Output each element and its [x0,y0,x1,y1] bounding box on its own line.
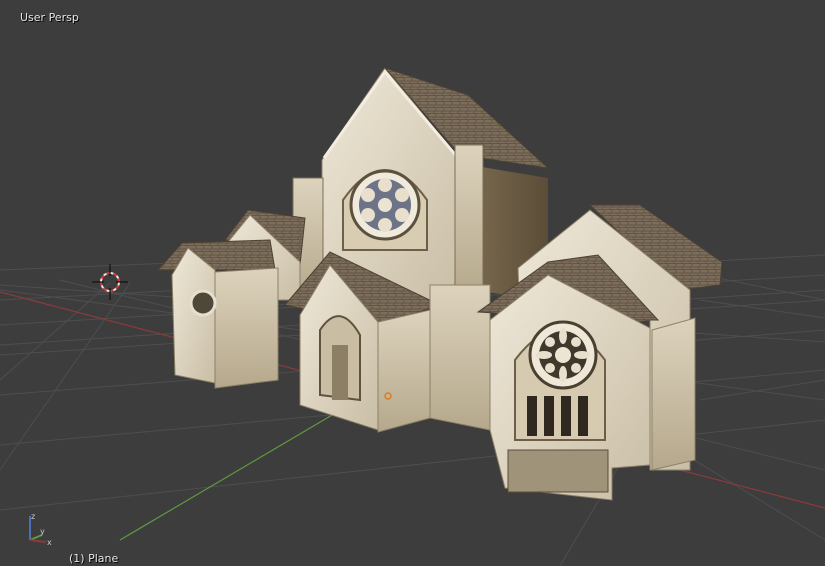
x-axis-gizmo-line [29,539,47,543]
z-axis-gizmo-label: z [31,512,35,521]
right-transept-side [651,317,696,471]
porch-side [377,309,431,433]
left-chapel-roof [156,239,276,271]
view-name-label: User Persp [20,11,79,24]
right-buttress [454,144,484,296]
x-axis-gizmo-label: x [47,538,52,546]
axis-gizmo: z y x [29,512,52,546]
right-chapel-plinth [507,449,609,493]
viewport-scene[interactable] [0,0,825,566]
left-chapel-side [214,267,279,389]
left-chapel-window [189,289,217,317]
y-axis-gizmo-label: y [40,527,45,536]
porch-door [332,345,348,400]
church-model[interactable] [156,66,723,501]
left-chapel-front [171,247,216,384]
active-object-label: (1) Plane [69,552,119,565]
3d-viewport[interactable]: z y x User Persp (1) Plane [0,0,825,566]
middle-wall [429,284,491,431]
